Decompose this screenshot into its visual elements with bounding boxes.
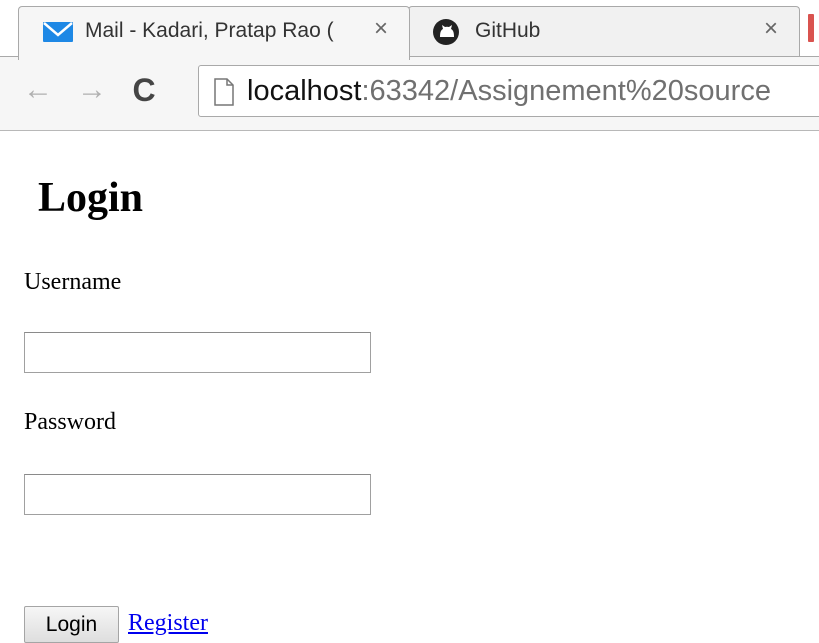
username-field[interactable] <box>24 332 371 373</box>
tab-github[interactable]: GitHub × <box>408 6 800 60</box>
tab-github-title: GitHub <box>475 19 541 42</box>
github-icon <box>431 17 465 47</box>
close-icon[interactable]: × <box>369 17 393 41</box>
login-button[interactable]: Login <box>24 606 119 643</box>
register-link[interactable]: Register <box>128 610 208 637</box>
tab-strip: Mail - Kadari, Pratap Rao ( × GitHub × <box>0 0 819 60</box>
back-arrow-icon[interactable]: ← <box>20 72 56 108</box>
username-label: Username <box>24 269 122 295</box>
address-host: localhost <box>247 75 362 107</box>
browser-toolbar: ← → C localhost:63342/Assignement%20sour… <box>0 56 819 131</box>
tab-edge-indicator[interactable] <box>808 14 814 42</box>
mail-icon <box>41 17 75 47</box>
password-label: Password <box>24 409 117 435</box>
address-path: :63342/Assignement%20source <box>361 75 771 107</box>
page-content: Login Username Password Login Register <box>0 131 819 643</box>
address-url: localhost:63342/Assignement%20source <box>247 75 771 108</box>
browser-chrome: Mail - Kadari, Pratap Rao ( × GitHub × ←… <box>0 0 819 131</box>
tab-mail[interactable]: Mail - Kadari, Pratap Rao ( × <box>18 6 410 60</box>
address-bar[interactable]: localhost:63342/Assignement%20source <box>198 65 819 117</box>
reload-icon[interactable]: C <box>126 72 162 108</box>
close-icon[interactable]: × <box>759 17 783 41</box>
forward-arrow-icon[interactable]: → <box>74 72 110 108</box>
password-field[interactable] <box>24 474 371 515</box>
page-title: Login <box>38 175 144 221</box>
tab-mail-title: Mail - Kadari, Pratap Rao ( <box>85 19 334 42</box>
page-icon <box>213 78 235 106</box>
